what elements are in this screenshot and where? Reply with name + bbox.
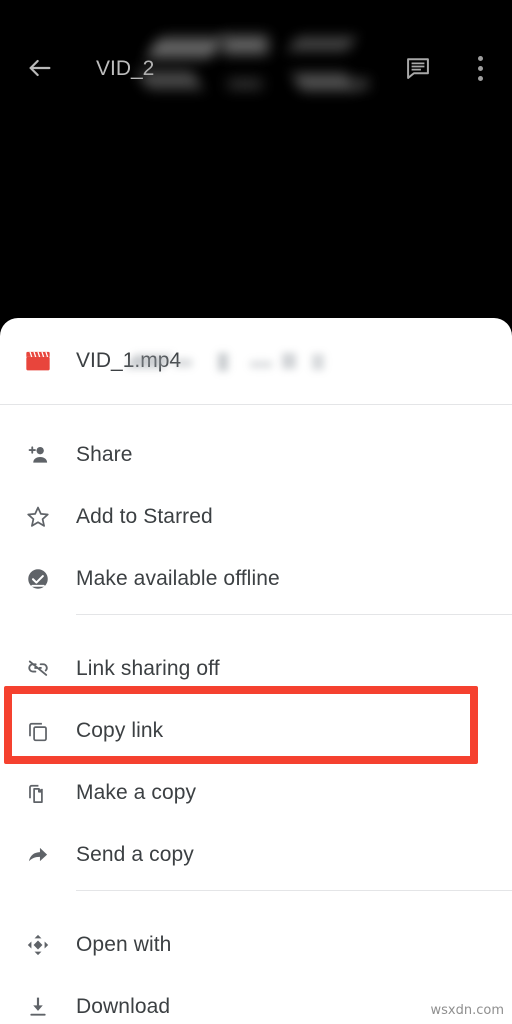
overflow-menu-button[interactable]	[462, 48, 498, 88]
menu-item-label: Link sharing off	[76, 657, 220, 680]
divider-file-header	[0, 404, 512, 405]
person-add-icon	[0, 442, 76, 468]
star-outline-icon	[0, 504, 76, 530]
send-arrow-icon	[0, 842, 76, 868]
arrow-back-icon	[29, 59, 51, 77]
video-player-topbar: VID_2	[0, 0, 512, 136]
comment-icon	[407, 58, 429, 79]
file-name: VID_1.mp4	[76, 349, 324, 373]
duplicate-file-icon	[0, 780, 76, 806]
more-vertical-icon	[477, 65, 483, 71]
menu-item-label: Download	[76, 995, 171, 1018]
menu-item-label: Send a copy	[76, 843, 194, 866]
menu-item-label: Add to Starred	[76, 505, 213, 528]
movie-clapperboard-icon	[26, 351, 50, 371]
link-off-icon	[0, 656, 76, 682]
back-button[interactable]	[20, 48, 60, 88]
menu-item-open-with[interactable]: Open with	[0, 914, 512, 976]
menu-item-label: Share	[76, 443, 133, 466]
menu-item-label: Make a copy	[76, 781, 197, 804]
menu-item-make-a-copy[interactable]: Make a copy	[0, 762, 512, 824]
open-with-icon	[0, 932, 76, 958]
menu-item-send-a-copy[interactable]: Send a copy	[0, 824, 512, 886]
menu-item-label: Open with	[76, 933, 172, 956]
menu-item-label: Make available offline	[76, 567, 280, 590]
file-name-prefix: VID_	[76, 349, 123, 372]
file-name-suffix: .mp4	[134, 349, 182, 372]
comment-button[interactable]	[398, 48, 438, 88]
screen-root: VID_2 VID_1.mp4 Share Add to Starred Mak…	[0, 0, 512, 1024]
divider-group-1	[76, 614, 512, 615]
menu-item-add-to-starred[interactable]: Add to Starred	[0, 486, 512, 548]
file-name-middle: 1	[122, 349, 135, 372]
divider-group-2	[76, 890, 512, 891]
menu-item-label: Copy link	[76, 719, 164, 742]
menu-item-copy-link[interactable]: Copy link	[0, 700, 512, 762]
menu-item-share[interactable]: Share	[0, 424, 512, 486]
file-header-row: VID_1.mp4	[0, 318, 512, 404]
more-vertical-icon	[477, 55, 483, 61]
download-icon	[0, 994, 76, 1020]
menu-item-link-sharing-off[interactable]: Link sharing off	[0, 638, 512, 700]
copy-icon	[0, 718, 76, 744]
offline-check-circle-icon	[0, 566, 76, 592]
menu-item-make-available-offline[interactable]: Make available offline	[0, 548, 512, 610]
video-title: VID_2	[96, 57, 155, 80]
more-vertical-icon	[477, 75, 483, 81]
file-options-bottom-sheet: VID_1.mp4 Share Add to Starred Make avai…	[0, 318, 512, 1024]
watermark: wsxdn.com	[430, 1003, 505, 1018]
file-type-icon-wrap	[0, 347, 76, 375]
